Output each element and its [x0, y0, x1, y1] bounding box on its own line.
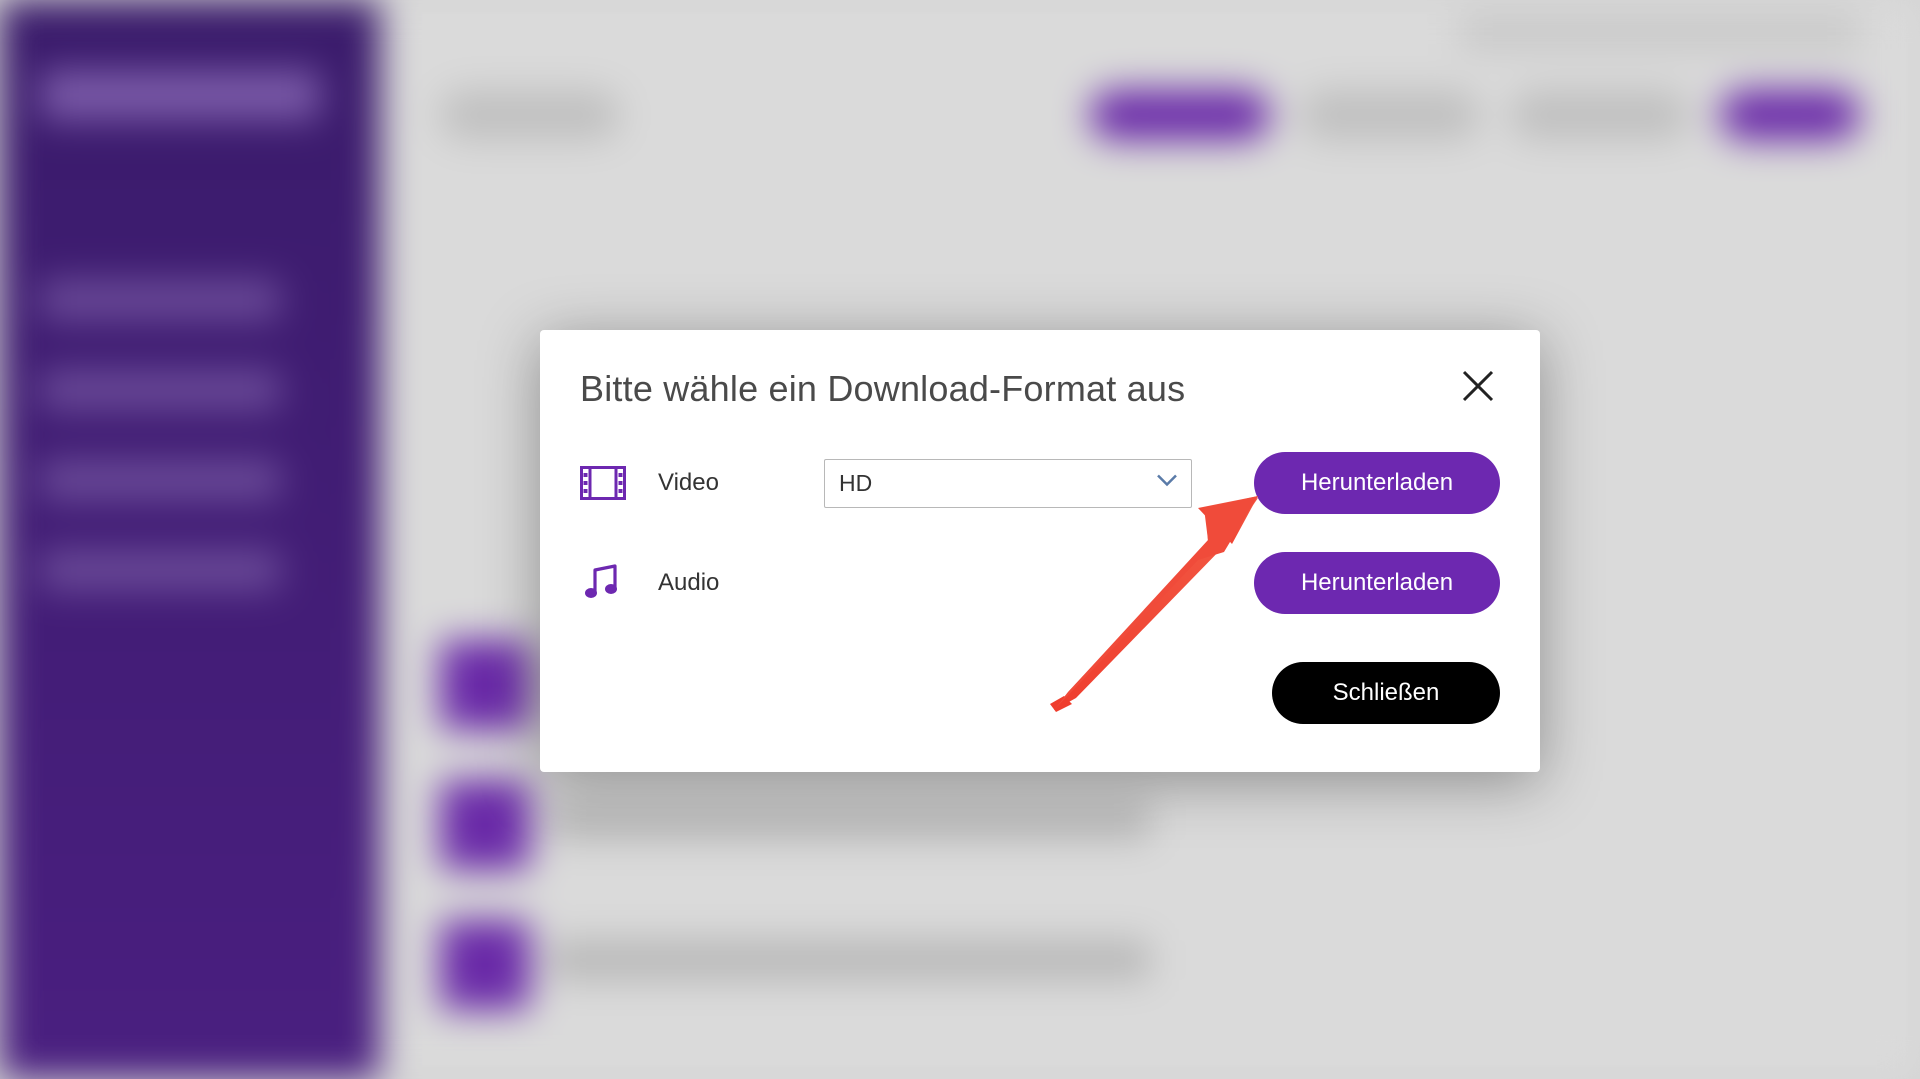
modal-title: Bitte wähle ein Download-Format aus [580, 368, 1185, 410]
video-quality-select[interactable]: HD [824, 459, 1192, 508]
download-audio-button[interactable]: Herunterladen [1254, 552, 1500, 614]
video-row: Video HD Herunterladen [580, 452, 1500, 514]
video-quality-value[interactable]: HD [824, 459, 1192, 508]
music-note-icon [580, 562, 626, 604]
video-label: Video [658, 469, 818, 497]
download-format-modal: Bitte wähle ein Download-Format aus [540, 330, 1540, 772]
close-icon[interactable] [1456, 364, 1500, 408]
audio-label: Audio [658, 569, 818, 597]
audio-row: Audio Herunterladen [580, 552, 1500, 614]
film-icon [580, 462, 626, 504]
download-video-button[interactable]: Herunterladen [1254, 452, 1500, 514]
close-button[interactable]: Schließen [1272, 662, 1500, 724]
